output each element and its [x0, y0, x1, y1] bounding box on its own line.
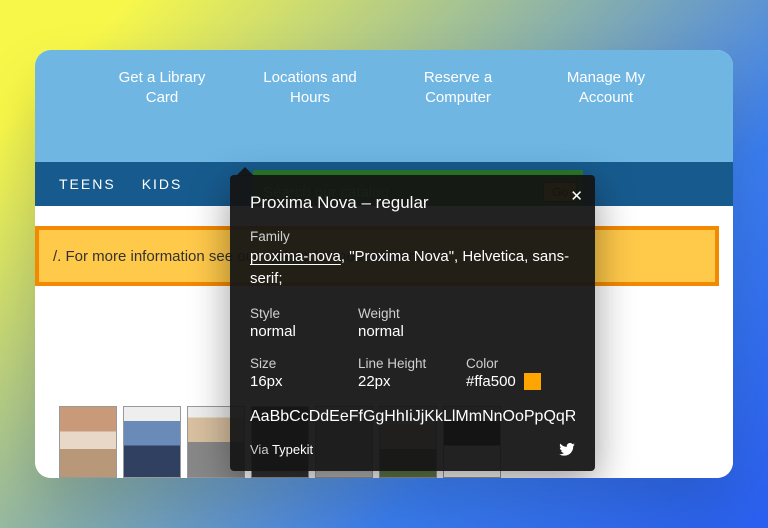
- browser-window: Get a Library Card Locations and Hours R…: [35, 50, 733, 478]
- size-value: 16px: [250, 373, 358, 390]
- book-thumbnail[interactable]: [59, 406, 117, 478]
- top-nav-link-library-card[interactable]: Get a Library Card: [102, 68, 222, 109]
- font-source: Via Typekit: [250, 442, 313, 457]
- weight-label: Weight: [358, 306, 466, 321]
- family-label: Family: [250, 229, 575, 244]
- close-icon[interactable]: ✕: [570, 187, 583, 205]
- style-value: normal: [250, 323, 358, 340]
- popover-arrow: [236, 167, 254, 176]
- twitter-icon[interactable]: [559, 443, 575, 456]
- lineheight-value: 22px: [358, 373, 466, 390]
- color-swatch: [524, 373, 541, 390]
- sub-nav-link-teens[interactable]: TEENS: [59, 176, 116, 192]
- style-label: Style: [250, 306, 358, 321]
- header-bar: Get a Library Card Locations and Hours R…: [35, 50, 733, 162]
- font-sample: AaBbCcDdEeFfGgHhIiJjKkLlMmNnOoPpQqR: [250, 408, 575, 426]
- weight-value: normal: [358, 323, 466, 340]
- color-value: #ffa500: [466, 373, 574, 391]
- size-label: Size: [250, 356, 358, 371]
- top-nav-link-locations[interactable]: Locations and Hours: [250, 68, 370, 109]
- book-thumbnail[interactable]: [123, 406, 181, 478]
- family-primary-font[interactable]: proxima-nova: [250, 248, 341, 265]
- top-nav: Get a Library Card Locations and Hours R…: [35, 68, 733, 109]
- font-inspector-popover: ✕ Proxima Nova – regular Family proxima-…: [230, 175, 595, 471]
- top-nav-link-reserve-computer[interactable]: Reserve a Computer: [398, 68, 518, 109]
- popover-title: Proxima Nova – regular: [250, 193, 575, 213]
- top-nav-link-manage-account[interactable]: Manage My Account: [546, 68, 666, 109]
- family-value: proxima-nova, "Proxima Nova", Helvetica,…: [250, 246, 575, 290]
- color-label: Color: [466, 356, 574, 371]
- sub-nav-link-kids[interactable]: KIDS: [142, 176, 183, 192]
- typekit-link[interactable]: Typekit: [272, 442, 313, 457]
- lineheight-label: Line Height: [358, 356, 466, 371]
